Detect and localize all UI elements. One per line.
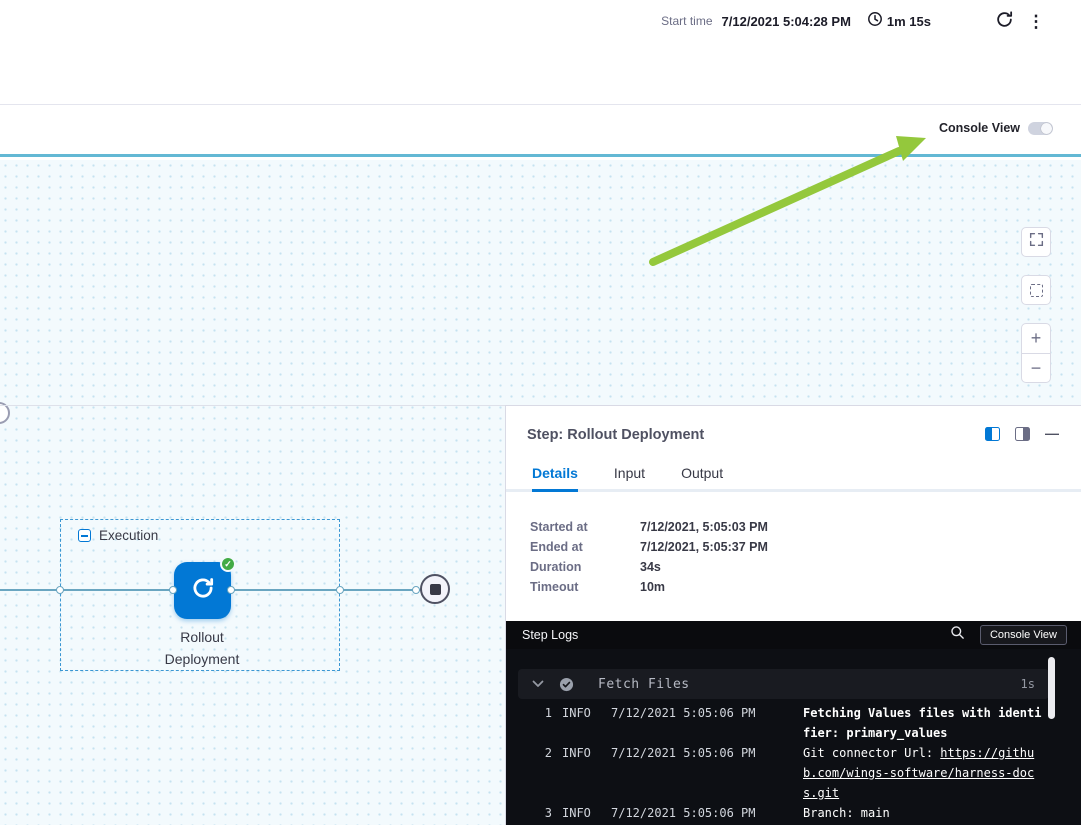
log-section-duration: 1s <box>1021 677 1035 691</box>
step-details-grid: Started at 7/12/2021, 5:05:03 PM Ended a… <box>530 520 768 594</box>
logs-console-view-button[interactable]: Console View <box>980 625 1067 645</box>
log-scrollbar[interactable] <box>1048 657 1055 719</box>
log-message: Fetching Values files with identifier: p… <box>803 703 1043 743</box>
execution-group-label: Execution <box>99 528 158 543</box>
plus-icon: + <box>1031 328 1042 349</box>
node-label: Rollout Deployment <box>102 626 302 670</box>
panel-layout-right-icon[interactable] <box>1015 427 1030 441</box>
pipeline-execution-screen: Start time 7/12/2021 5:04:28 PM 1m 15s ⋮… <box>0 0 1081 825</box>
pipeline-stop-node[interactable] <box>420 574 450 604</box>
refresh-icon <box>995 10 1014 32</box>
detail-value: 10m <box>640 580 768 594</box>
panel-tabs: Details Input Output <box>506 462 1081 492</box>
log-section-fetch-files[interactable]: Fetch Files 1s <box>518 669 1049 699</box>
log-level: INFO <box>562 743 596 763</box>
toggle-knob <box>1041 123 1052 134</box>
log-section-title: Fetch Files <box>598 677 1021 692</box>
connector-dot <box>412 586 420 594</box>
console-view-toggle-wrap: Console View <box>939 121 1053 135</box>
log-row: 2 INFO 7/12/2021 5:05:06 PM Git connecto… <box>506 743 1081 803</box>
minimize-panel-icon[interactable]: — <box>1045 427 1059 441</box>
log-level: INFO <box>562 703 596 723</box>
console-view-bar: Console View <box>0 106 1081 157</box>
success-badge-icon: ✓ <box>220 556 236 572</box>
canvas-controls: + − <box>1021 227 1051 383</box>
console-view-toggle[interactable] <box>1028 122 1053 135</box>
zoom-out-button[interactable]: − <box>1021 353 1051 383</box>
detail-label: Ended at <box>530 540 640 554</box>
log-line-number: 3 <box>506 803 552 823</box>
log-level: INFO <box>562 803 596 823</box>
clock-icon <box>867 11 883 32</box>
log-line-number: 2 <box>506 743 552 763</box>
zoom-in-button[interactable]: + <box>1021 323 1051 353</box>
log-message: Git connector Url: https://github.com/wi… <box>803 743 1043 803</box>
duration-value: 1m 15s <box>887 14 931 29</box>
detail-value: 7/12/2021, 5:05:37 PM <box>640 540 768 554</box>
log-line-number: 1 <box>506 703 552 723</box>
start-time-label: Start time <box>661 14 712 28</box>
tab-input[interactable]: Input <box>614 465 645 489</box>
panel-layout-left-icon[interactable] <box>985 427 1000 441</box>
log-row: 3 INFO 7/12/2021 5:05:06 PM Branch: main <box>506 803 1081 823</box>
detail-label: Duration <box>530 560 640 574</box>
panel-header: Step: Rollout Deployment — <box>506 406 1081 462</box>
log-timestamp: 7/12/2021 5:05:06 PM <box>611 743 757 763</box>
step-logs-bar: Step Logs Console View <box>506 621 1081 649</box>
log-message-prefix: Git connector Url: <box>803 746 940 760</box>
detail-label: Started at <box>530 520 640 534</box>
panel-title: Step: Rollout Deployment <box>527 427 704 443</box>
tab-details[interactable]: Details <box>532 465 578 489</box>
rollout-icon <box>190 575 216 606</box>
minus-icon: − <box>1031 358 1042 379</box>
marquee-select-icon <box>1030 284 1043 297</box>
step-success-icon <box>559 677 574 692</box>
connector-dot <box>227 586 235 594</box>
kebab-icon: ⋮ <box>1028 13 1045 30</box>
log-message: Branch: main <box>803 803 1043 823</box>
topbar: Start time 7/12/2021 5:04:28 PM 1m 15s ⋮ <box>0 0 1081 105</box>
step-details-panel: Step: Rollout Deployment — Details Input… <box>505 405 1081 825</box>
detail-value: 34s <box>640 560 768 574</box>
connector-dot <box>336 586 344 594</box>
start-time-value: 7/12/2021 5:04:28 PM <box>722 14 851 29</box>
fullscreen-icon <box>1029 232 1044 252</box>
kebab-menu-button[interactable]: ⋮ <box>1027 10 1045 32</box>
logs-bar-actions: Console View <box>950 625 1067 645</box>
duration-wrap: 1m 15s <box>867 11 931 32</box>
console-view-label: Console View <box>939 121 1020 135</box>
step-logs-title: Step Logs <box>522 628 950 642</box>
execution-group-header: Execution <box>78 528 158 543</box>
chevron-down-icon <box>532 680 544 688</box>
topbar-right-cluster: Start time 7/12/2021 5:04:28 PM 1m 15s ⋮ <box>661 10 1045 32</box>
log-lines: 1 INFO 7/12/2021 5:05:06 PM Fetching Val… <box>506 703 1081 823</box>
log-console: Fetch Files 1s 1 INFO 7/12/2021 5:05:06 … <box>506 649 1081 825</box>
tab-output[interactable]: Output <box>681 465 723 489</box>
connector-dot <box>169 586 177 594</box>
marquee-select-button[interactable] <box>1021 275 1051 305</box>
rollout-deployment-node[interactable]: ✓ <box>174 562 231 619</box>
panel-header-icons: — <box>985 427 1059 441</box>
log-timestamp: 7/12/2021 5:05:06 PM <box>611 703 757 723</box>
stop-icon <box>430 584 441 595</box>
collapse-group-icon[interactable] <box>78 529 91 542</box>
log-row: 1 INFO 7/12/2021 5:05:06 PM Fetching Val… <box>506 703 1081 743</box>
refresh-button[interactable] <box>993 10 1015 32</box>
log-timestamp: 7/12/2021 5:05:06 PM <box>611 803 757 823</box>
fullscreen-button[interactable] <box>1021 227 1051 257</box>
search-icon[interactable] <box>950 625 965 645</box>
connector-dot <box>56 586 64 594</box>
detail-value: 7/12/2021, 5:05:03 PM <box>640 520 768 534</box>
detail-label: Timeout <box>530 580 640 594</box>
